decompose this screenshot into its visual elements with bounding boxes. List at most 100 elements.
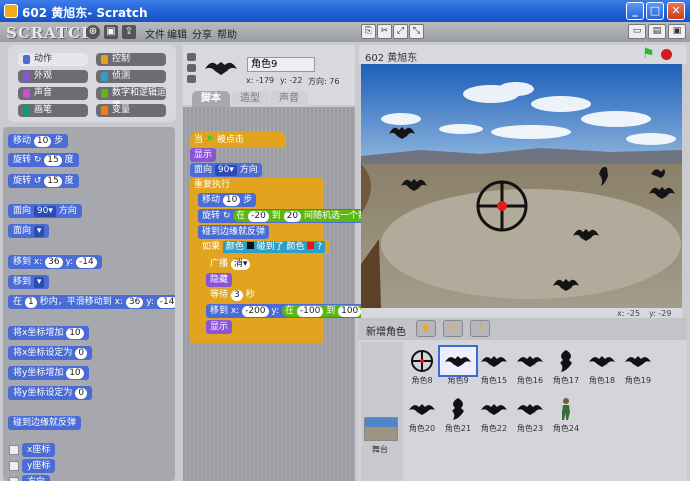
sprite-library-header: 新增角色 ★ ☆ ? <box>359 318 687 340</box>
block-glide[interactable]: 在 1 秒内，平滑移动到 x: 36 y: -14 <box>8 295 175 309</box>
sprite-y-coord: y: -22 <box>280 76 303 85</box>
paint-new-sprite-icon[interactable]: ★ <box>416 320 436 337</box>
person-thumbnail <box>562 398 570 420</box>
normal-stage-icon[interactable]: ▤ <box>648 24 666 39</box>
block-move[interactable]: 移动 10 步 <box>198 193 257 207</box>
category-operators[interactable]: 数字和逻辑运算 <box>96 87 166 111</box>
sprite-tile-19[interactable]: 角色19 <box>620 347 656 386</box>
block-set-x[interactable]: 将x坐标设定为 0 <box>8 346 93 360</box>
category-motion[interactable]: 动作 <box>18 53 88 66</box>
block-go-to-xy[interactable]: 移到 x: 36 y: -14 <box>8 255 102 269</box>
block-hide[interactable]: 隐藏 <box>206 273 233 287</box>
block-point-in-direction[interactable]: 面向 90▾ 方向 <box>190 163 262 177</box>
duplicate-tool-icon[interactable]: ⎘ <box>361 24 376 39</box>
choose-sprite-file-icon[interactable]: ☆ <box>443 320 463 337</box>
bat-thumbnail <box>589 356 615 367</box>
stage-label: 舞台 <box>372 445 388 454</box>
bat-thumbnail <box>481 356 507 367</box>
category-looks[interactable]: 外观 <box>18 70 88 83</box>
delete-tool-icon[interactable]: ✂ <box>377 24 392 39</box>
block-turn-random[interactable]: 旋转 ↻ 在 -20 到 20 间随机选一个数 <box>198 209 374 223</box>
shrink-tool-icon[interactable]: ⤡ <box>409 24 424 39</box>
bat-thumbnail <box>560 350 572 372</box>
category-pen[interactable]: 画笔 <box>18 104 88 117</box>
menu-edit[interactable]: 编辑 <box>167 26 187 41</box>
scratch-logo: SCRATCH <box>6 24 97 42</box>
block-broadcast[interactable]: 广播 消▾ <box>206 257 255 271</box>
block-move-steps[interactable]: 移动 10 步 <box>8 134 69 148</box>
random-sprite-icon[interactable]: ? <box>470 320 490 337</box>
menu-share[interactable]: 分享 <box>192 26 212 41</box>
block-change-x[interactable]: 将x坐标增加 10 <box>8 326 89 340</box>
category-variables[interactable]: 变量 <box>96 104 166 117</box>
block-turn-counterclockwise[interactable]: 旋转 ↺ 15 度 <box>8 174 79 188</box>
crosshair-sprite <box>476 180 528 232</box>
sprite-tile-21[interactable]: 角色21 <box>440 395 476 434</box>
menu-help[interactable]: 帮助 <box>217 26 237 41</box>
sprite-tile-24[interactable]: 角色24 <box>548 395 584 434</box>
sprite-name-field[interactable]: 角色9 <box>247 57 315 72</box>
block-point-in-direction[interactable]: 面向 90▾ 方向 <box>8 204 82 218</box>
block-point-towards[interactable]: 面向 ▾ <box>8 224 50 238</box>
reporter-direction[interactable]: 方向 <box>22 475 51 481</box>
mouse-x: x: -25 <box>617 309 641 318</box>
y-position-checkbox[interactable] <box>9 461 19 471</box>
bat-thumbnail <box>517 404 543 415</box>
tab-sounds[interactable]: 声音 <box>270 91 308 107</box>
green-flag-icon[interactable]: ⚑ <box>642 46 655 62</box>
block-show-2[interactable]: 显示 <box>206 320 233 334</box>
sprite-tile-18[interactable]: 角色18 <box>584 347 620 386</box>
block-turn-clockwise[interactable]: 旋转 ↻ 15 度 <box>8 153 79 167</box>
tab-scripts[interactable]: 脚本 <box>192 91 230 107</box>
sprite-bat-thumbnail <box>205 62 237 75</box>
block-bounce[interactable]: 碰到边缘就反弹 <box>8 416 82 430</box>
category-control[interactable]: 控制 <box>96 53 166 66</box>
grow-tool-icon[interactable]: ⤢ <box>393 24 408 39</box>
sprite-tile-8[interactable]: 角色8 <box>404 347 440 386</box>
block-change-y[interactable]: 将y坐标增加 10 <box>8 366 89 380</box>
category-sensing[interactable]: 侦测 <box>96 70 166 83</box>
bat-thumbnail <box>625 356 651 367</box>
block-bounce[interactable]: 碰到边缘就反弹 <box>198 225 270 239</box>
direction-checkbox[interactable] <box>9 477 19 481</box>
stage-thumbnail-panel[interactable]: 舞台 <box>361 342 403 481</box>
scripts-area[interactable]: 当 ⚑ 被点击 显示 面向 90▾ 方向 重复执行 移动 10 步 旋转 ↻ 在… <box>183 107 390 481</box>
green-flag-icon: ⚑ <box>205 135 214 145</box>
minimize-button[interactable]: _ <box>626 2 644 20</box>
reporter-x-position[interactable]: x座标 <box>22 443 56 457</box>
rotation-style-none-icon[interactable] <box>187 75 196 83</box>
maximize-button[interactable]: □ <box>646 2 664 20</box>
block-go-to[interactable]: 移到 ▾ <box>8 275 50 289</box>
reporter-y-position[interactable]: y座标 <box>22 459 56 473</box>
save-icon[interactable]: ▣ <box>104 25 118 39</box>
bat-thumbnail <box>481 404 507 415</box>
stage-backdrop <box>361 64 682 308</box>
sprite-tile-17[interactable]: 角色17 <box>548 347 584 386</box>
stage[interactable] <box>361 64 682 308</box>
rotation-style-flip-icon[interactable] <box>187 64 196 72</box>
block-when-flag-clicked[interactable]: 当 ⚑ 被点击 <box>190 131 286 148</box>
category-sound[interactable]: 声音 <box>18 87 88 100</box>
globe-icon[interactable]: ⊕ <box>86 25 100 39</box>
close-button[interactable]: ✕ <box>667 2 685 20</box>
block-set-y[interactable]: 将y坐标设定为 0 <box>8 386 93 400</box>
sprite-tile-20[interactable]: 角色20 <box>404 395 440 434</box>
presentation-mode-icon[interactable]: ▣ <box>668 24 686 39</box>
sprite-tile-9[interactable]: 角色9 <box>438 345 478 386</box>
rotation-style-rotate-icon[interactable] <box>187 53 196 61</box>
menu-file[interactable]: 文件 <box>145 26 165 41</box>
bat-thumbnail <box>517 356 543 367</box>
stop-sign-icon[interactable] <box>661 49 672 60</box>
sprite-tile-16[interactable]: 角色16 <box>512 347 548 386</box>
block-wait[interactable]: 等待 3 秒 <box>206 288 259 302</box>
tab-costumes[interactable]: 造型 <box>231 91 269 107</box>
x-position-checkbox[interactable] <box>9 445 19 455</box>
project-title: 602 黄旭东 <box>365 53 418 64</box>
sprite-tile-23[interactable]: 角色23 <box>512 395 548 434</box>
share-icon[interactable]: ⇪ <box>122 25 136 39</box>
sprite-tile-15[interactable]: 角色15 <box>476 347 512 386</box>
sprite-tile-22[interactable]: 角色22 <box>476 395 512 434</box>
block-show[interactable]: 显示 <box>190 148 217 162</box>
sprite-direction: 方向: 76 <box>308 77 340 86</box>
small-stage-icon[interactable]: ▭ <box>628 24 646 39</box>
